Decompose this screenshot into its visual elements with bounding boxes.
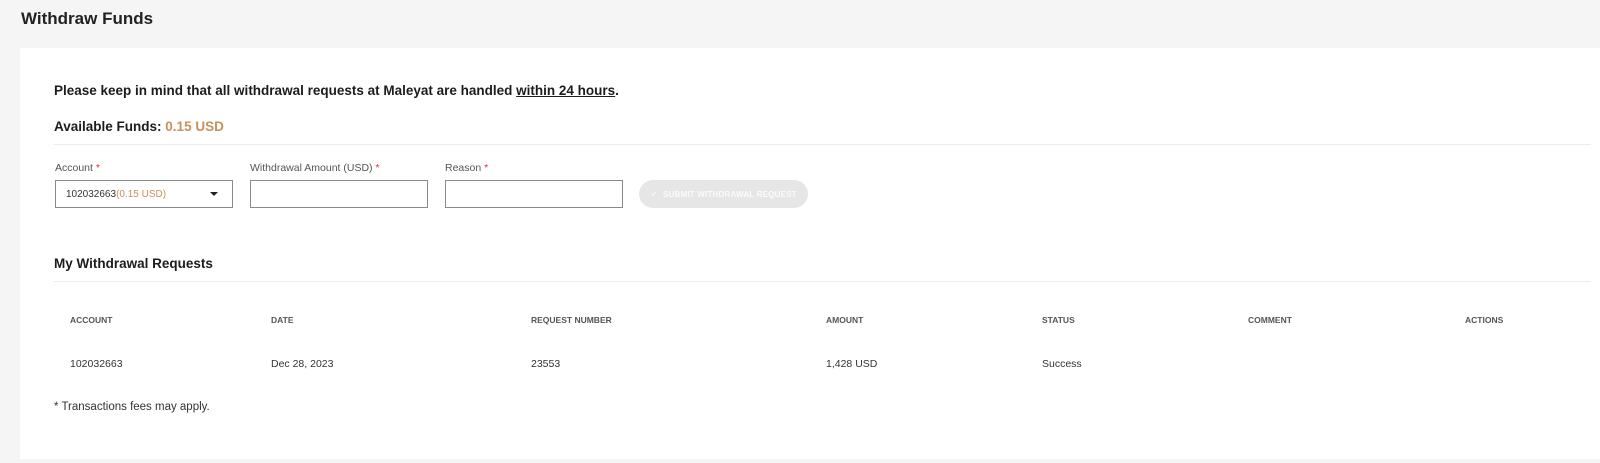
cell-account: 102032663 — [70, 358, 123, 370]
reason-label: Reason * — [445, 162, 488, 174]
withdraw-card: Please keep in mind that all withdrawal … — [20, 48, 1600, 459]
column-header-account: ACCOUNT — [70, 315, 113, 325]
withdrawal-requests-title: My Withdrawal Requests — [54, 256, 213, 271]
check-icon: ✓ — [650, 188, 658, 199]
required-mark: * — [375, 162, 380, 174]
account-select[interactable]: 102032663 (0.15 USD) — [55, 180, 233, 208]
required-mark: * — [95, 162, 100, 174]
column-header-date: DATE — [271, 315, 294, 325]
required-mark: * — [484, 162, 489, 174]
notice-suffix: . — [615, 83, 619, 98]
divider — [54, 144, 1591, 145]
reason-label-text: Reason — [445, 162, 482, 174]
caret-down-icon — [210, 192, 218, 196]
page-title: Withdraw Funds — [21, 9, 154, 28]
account-select-value: 102032663 — [66, 188, 117, 200]
account-label: Account * — [55, 162, 100, 174]
cell-status: Success — [1042, 358, 1082, 370]
submit-withdrawal-button[interactable]: ✓ SUBMIT WITHDRAWAL REQUEST — [639, 180, 808, 208]
withdrawal-notice: Please keep in mind that all withdrawal … — [54, 83, 619, 98]
amount-label: Withdrawal Amount (USD) * — [250, 162, 380, 174]
submit-withdrawal-label: SUBMIT WITHDRAWAL REQUEST — [663, 189, 797, 199]
available-funds-label: Available Funds: — [54, 119, 162, 134]
column-header-status: STATUS — [1042, 315, 1075, 325]
available-funds: Available Funds: 0.15 USD — [54, 119, 224, 134]
fees-footnote: * Transactions fees may apply. — [54, 401, 210, 413]
withdrawal-amount-input[interactable] — [250, 180, 428, 208]
available-funds-amount: 0.15 USD — [165, 119, 224, 134]
cell-request-number: 23553 — [531, 358, 561, 370]
divider — [54, 281, 1591, 282]
amount-label-text: Withdrawal Amount (USD) — [250, 162, 373, 174]
cell-date: Dec 28, 2023 — [271, 358, 334, 370]
account-label-text: Account — [55, 162, 93, 174]
account-select-balance: (0.15 USD) — [116, 188, 167, 200]
column-header-request-number: REQUEST NUMBER — [531, 315, 612, 325]
notice-emphasis: within 24 hours — [516, 83, 616, 98]
notice-prefix: Please keep in mind that all withdrawal … — [54, 83, 517, 98]
cell-amount: 1,428 USD — [826, 358, 878, 370]
column-header-amount: AMOUNT — [826, 315, 864, 325]
column-header-comment: COMMENT — [1248, 315, 1292, 325]
reason-input[interactable] — [445, 180, 623, 208]
column-header-actions: ACTIONS — [1465, 315, 1504, 325]
